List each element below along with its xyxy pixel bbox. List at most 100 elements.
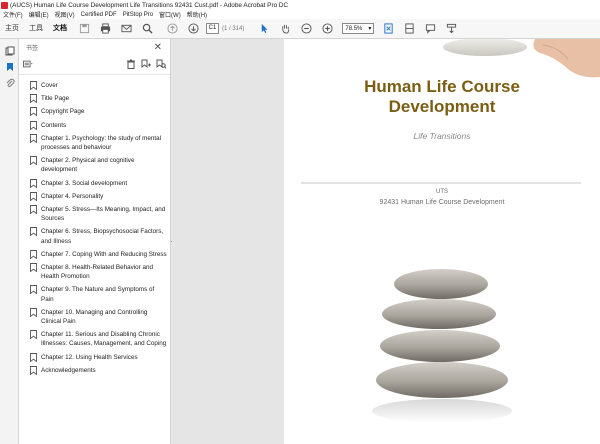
attachment-icon[interactable] — [0, 75, 19, 91]
document-title-line2: Development — [388, 97, 496, 116]
page-thumbnails-icon[interactable] — [0, 43, 19, 59]
bookmark-icon — [30, 156, 37, 166]
next-page-icon[interactable] — [188, 23, 199, 34]
bookmark-label: Chapter 8. Health-Related Behavior and H… — [41, 264, 154, 281]
bookmark-item[interactable]: Chapter 4. Personality — [19, 191, 171, 202]
email-icon[interactable] — [121, 23, 132, 34]
bookmark-icon — [30, 191, 37, 202]
bookmark-item[interactable]: Chapter 11. Serious and Disabling Chroni… — [19, 330, 171, 348]
bookmark-label: Chapter 6. Stress, Biopsychosocial Facto… — [41, 228, 164, 245]
export-icon[interactable] — [446, 23, 457, 34]
close-icon[interactable]: ✕ — [154, 42, 162, 53]
bookmark-icon — [30, 120, 37, 131]
bookmark-label: Chapter 11. Serious and Disabling Chroni… — [41, 331, 167, 348]
bookmark-label: Chapter 9. The Nature and Symptoms of Pa… — [41, 286, 155, 303]
bookmark-icon — [30, 330, 37, 340]
bookmark-icon — [30, 81, 37, 91]
bookmark-icon — [30, 365, 37, 376]
divider — [301, 182, 581, 184]
scroll-mode-icon[interactable] — [404, 23, 415, 34]
bookmarks-panel-header: 书签 ✕ — [19, 39, 170, 56]
bookmark-icon — [30, 205, 37, 215]
save-icon[interactable] — [79, 23, 90, 34]
zoom-in-icon[interactable] — [322, 23, 333, 34]
bookmark-icon[interactable] — [0, 59, 19, 75]
bookmark-icon — [30, 107, 37, 117]
bookmark-item[interactable]: Chapter 6. Stress, Biopsychosocial Facto… — [19, 227, 171, 245]
bookmarks-panel: 书签 ✕ Cover Title Page Copyright Page Conten… — [19, 39, 171, 444]
menu-certified-pdf[interactable]: Certified PDF — [81, 12, 117, 18]
zoom-out-icon[interactable] — [301, 23, 312, 34]
bookmark-item[interactable]: Chapter 12. Using Health Services — [19, 352, 171, 363]
bookmark-label: Chapter 3. Social development — [41, 179, 128, 187]
tab-tools[interactable]: 工具 — [24, 19, 48, 39]
bookmark-item[interactable]: Cover — [19, 81, 171, 91]
bookmark-icon — [30, 352, 37, 363]
bookmark-label: Chapter 5. Stress—Its Meaning, Impact, a… — [41, 206, 166, 223]
bookmark-item[interactable]: Copyright Page — [19, 107, 171, 117]
options-menu-icon[interactable] — [23, 59, 33, 71]
bookmark-item[interactable]: Contents — [19, 120, 171, 131]
page-total-label: (1 / 314) — [222, 25, 245, 32]
bookmark-item[interactable]: Chapter 2. Physical and cognitive develo… — [19, 156, 171, 174]
find-bookmark-icon[interactable] — [156, 59, 167, 71]
acrobat-logo-icon — [1, 1, 8, 9]
bookmark-item[interactable]: Chapter 9. The Nature and Symptoms of Pa… — [19, 285, 171, 303]
bookmarks-toolbar — [19, 56, 170, 75]
bookmark-list: Cover Title Page Copyright Page Contents Cha… — [19, 81, 171, 379]
main-toolbar: 主页 工具 文档 C1 (1 / 314) 78.5% ▾ — [0, 19, 600, 39]
stacked-stones-image — [372, 269, 512, 423]
bookmark-label: Chapter 1. Psychology: the study of ment… — [41, 134, 162, 152]
navigation-rail — [0, 39, 19, 444]
document-viewport: Human Life Course Development Life Trans… — [172, 39, 600, 444]
select-cursor-icon[interactable] — [259, 23, 270, 34]
bookmark-icon — [30, 178, 37, 189]
bookmark-label: Chapter 2. Physical and cognitive develo… — [41, 157, 135, 174]
hand-stone-image — [443, 39, 600, 78]
bookmark-label: Title Page — [41, 95, 70, 103]
tab-home[interactable]: 主页 — [0, 19, 24, 39]
bookmark-item[interactable]: Chapter 3. Social development — [19, 178, 171, 189]
chevron-down-icon: ▾ — [368, 26, 372, 32]
zoom-level-select[interactable]: 78.5% ▾ — [342, 23, 375, 34]
bookmark-item[interactable]: Chapter 1. Psychology: the study of ment… — [19, 133, 171, 152]
bookmark-icon — [30, 227, 37, 237]
window-title: (AUCS) Human Life Course Development Lif… — [10, 1, 289, 9]
bookmark-item[interactable]: Chapter 8. Health-Related Behavior and H… — [19, 263, 171, 281]
bookmark-icon — [30, 133, 37, 144]
page-number-input[interactable]: C1 — [206, 23, 219, 34]
bookmark-icon — [30, 94, 37, 104]
search-icon[interactable] — [142, 23, 153, 34]
bookmark-icon — [30, 285, 37, 295]
menu-pitstop-pro[interactable]: PitStop Pro — [123, 12, 153, 18]
bookmark-item[interactable]: Chapter 10. Managing and Controlling Cli… — [19, 307, 171, 326]
comment-icon[interactable] — [425, 23, 436, 34]
hand-tool-icon[interactable] — [280, 23, 291, 34]
new-bookmark-icon[interactable] — [141, 59, 151, 71]
title-bar: (AUCS) Human Life Course Development Lif… — [0, 0, 600, 10]
bookmark-item[interactable]: Title Page — [19, 94, 171, 104]
delete-bookmark-icon[interactable] — [126, 59, 136, 71]
bookmark-label: Contents — [41, 121, 67, 129]
bookmark-item[interactable]: Acknowledgements — [19, 365, 171, 376]
menu-help[interactable]: 帮助(H) — [187, 10, 207, 19]
bookmark-label: Cover — [41, 82, 58, 89]
tab-document[interactable]: 文档 — [48, 19, 72, 39]
document-title-line1: Human Life Course — [364, 77, 520, 96]
print-icon[interactable] — [100, 23, 111, 34]
document-subtitle: Life Transitions — [413, 131, 471, 141]
bookmark-item[interactable]: Chapter 7. Coping With and Reducing Stre… — [19, 249, 171, 260]
menu-window[interactable]: 窗口(W) — [159, 10, 181, 19]
fit-page-icon[interactable] — [383, 23, 394, 34]
bookmark-label: Chapter 10. Managing and Controlling Cli… — [41, 308, 148, 326]
course-label: 92431 Human Life Course Development — [379, 199, 505, 206]
bookmark-icon — [30, 307, 37, 318]
bookmark-label: Chapter 7. Coping With and Reducing Stre… — [41, 250, 167, 258]
menu-bar: 文件(F) 编辑(E) 视图(V) Certified PDF PitStop … — [0, 10, 600, 19]
previous-page-icon[interactable] — [167, 23, 178, 34]
institution-label: UTS — [436, 189, 448, 195]
bookmark-item[interactable]: Chapter 5. Stress—Its Meaning, Impact, a… — [19, 205, 171, 223]
pdf-page: Human Life Course Development Life Trans… — [284, 39, 600, 444]
bookmark-label: Acknowledgements — [41, 366, 96, 374]
bookmark-icon — [30, 249, 37, 260]
